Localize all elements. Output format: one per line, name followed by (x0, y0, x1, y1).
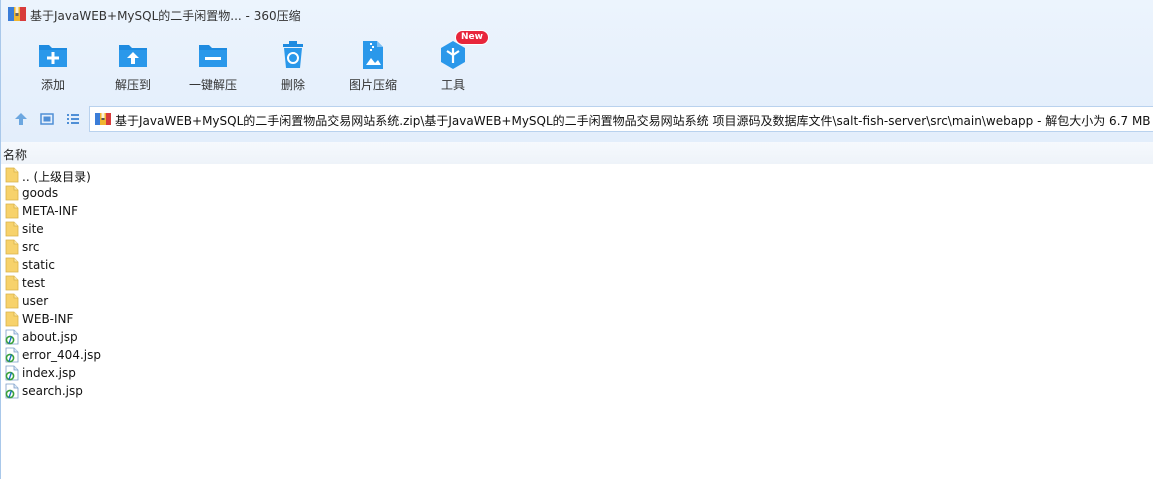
tools-label: 工具 (440, 78, 465, 92)
file-name: static (22, 258, 55, 272)
delete-label: 删除 (280, 78, 305, 92)
thumbnail-view-icon[interactable] (39, 111, 55, 127)
file-row[interactable]: static (1, 256, 301, 274)
delete-button[interactable]: 删除 (269, 34, 317, 94)
folder-icon (5, 293, 19, 309)
folder-icon (5, 167, 19, 183)
toolbar: 添加 解压到 一键解压 删除 图片压缩 工具 New (1, 30, 701, 94)
image-compress-button[interactable]: 图片压缩 (344, 34, 402, 94)
file-row[interactable]: .. (上级目录) (1, 166, 301, 184)
file-list: .. (上级目录) goods META-INF site src static test u… (1, 166, 1153, 400)
one-click-extract-label: 一键解压 (188, 78, 237, 92)
folder-icon (5, 275, 19, 291)
add-file-icon (39, 45, 67, 67)
file-row[interactable]: index.jsp (1, 364, 301, 382)
folder-icon (5, 257, 19, 273)
file-name: index.jsp (22, 366, 76, 380)
file-row[interactable]: goods (1, 184, 301, 202)
file-row[interactable]: error_404.jsp (1, 346, 301, 364)
file-name: user (22, 294, 49, 308)
folder-icon (5, 239, 19, 255)
folder-icon (5, 311, 19, 327)
jsp-file-icon (5, 383, 19, 399)
file-name: goods (22, 186, 59, 200)
file-name: site (22, 222, 44, 236)
add-button[interactable]: 添加 (28, 34, 78, 94)
column-name-label: 名称 (3, 148, 28, 162)
file-row[interactable]: META-INF (1, 202, 301, 220)
file-name: test (22, 276, 46, 290)
list-view-icon[interactable] (65, 111, 81, 127)
file-row[interactable]: site (1, 220, 301, 238)
file-name: WEB-INF (22, 312, 74, 326)
app-window: 基于JavaWEB+MySQL的二手闲置物... - 360压缩 添加 解压到 … (0, 0, 1153, 479)
folder-icon (5, 221, 19, 237)
file-row[interactable]: search.jsp (1, 382, 301, 400)
file-row[interactable]: WEB-INF (1, 310, 301, 328)
extract-to-button[interactable]: 解压到 (107, 34, 159, 94)
extract-to-icon (119, 45, 147, 67)
one-click-extract-icon (199, 45, 227, 67)
navigation-row: 基于JavaWEB+MySQL的二手闲置物品交易网站系统.zip\基于JavaW… (1, 104, 1153, 134)
jsp-file-icon (5, 329, 19, 345)
archive-app-icon (8, 7, 26, 21)
file-name: search.jsp (22, 384, 83, 398)
extract-to-label: 解压到 (114, 78, 151, 92)
file-row[interactable]: test (1, 274, 301, 292)
file-name: META-INF (22, 204, 79, 218)
address-path: 基于JavaWEB+MySQL的二手闲置物品交易网站系统.zip\基于JavaW… (115, 114, 1151, 128)
window-title: 基于JavaWEB+MySQL的二手闲置物... - 360压缩 (30, 9, 301, 23)
delete-icon (283, 41, 303, 68)
file-name: .. (上级目录) (22, 170, 91, 184)
file-row[interactable]: about.jsp (1, 328, 301, 346)
image-compress-icon (363, 41, 383, 69)
folder-icon (5, 185, 19, 201)
file-row[interactable]: src (1, 238, 301, 256)
file-name: src (22, 240, 40, 254)
jsp-file-icon (5, 365, 19, 381)
archive-file-icon (95, 113, 111, 125)
add-label: 添加 (40, 78, 65, 92)
window-chrome: 基于JavaWEB+MySQL的二手闲置物... - 360压缩 添加 解压到 … (1, 0, 1153, 142)
file-name: error_404.jsp (22, 348, 101, 362)
column-header-name[interactable]: 名称 (1, 142, 1153, 164)
address-bar[interactable]: 基于JavaWEB+MySQL的二手闲置物品交易网站系统.zip\基于JavaW… (89, 106, 1153, 132)
new-badge: New (455, 30, 489, 45)
image-compress-label: 图片压缩 (348, 78, 397, 92)
up-arrow-icon[interactable] (13, 111, 29, 127)
jsp-file-icon (5, 347, 19, 363)
file-name: about.jsp (22, 330, 78, 344)
file-row[interactable]: user (1, 292, 301, 310)
title-bar: 基于JavaWEB+MySQL的二手闲置物... - 360压缩 (1, 0, 1153, 28)
one-click-extract-button[interactable]: 一键解压 (184, 34, 242, 94)
folder-icon (5, 203, 19, 219)
